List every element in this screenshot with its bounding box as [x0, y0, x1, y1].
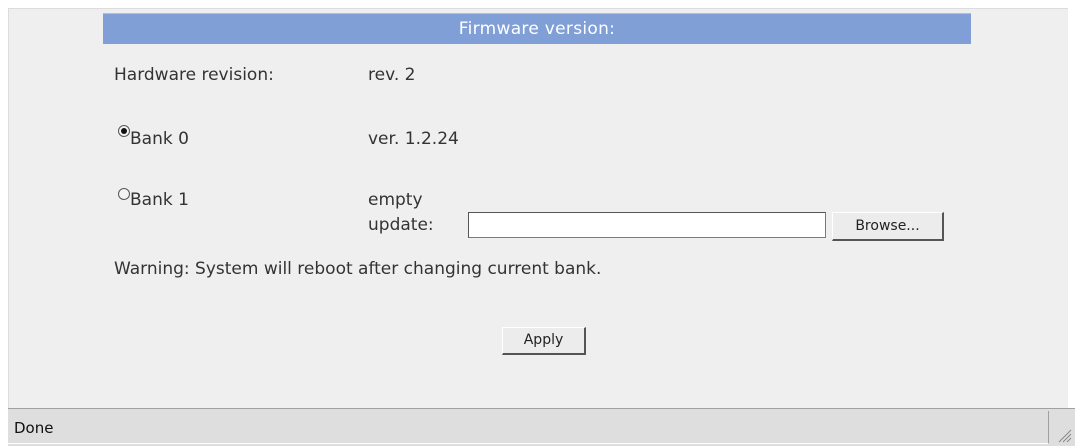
bank0-radio[interactable]	[118, 125, 130, 137]
status-cell: Done	[8, 411, 1049, 444]
apply-button[interactable]: Apply	[502, 327, 586, 355]
bank1-label: Bank 1	[130, 190, 189, 210]
hardware-revision-value: rev. 2	[368, 65, 416, 85]
bank1-radio[interactable]	[118, 188, 130, 200]
hardware-revision-label: Hardware revision:	[114, 65, 274, 85]
browse-button[interactable]: Browse...	[832, 212, 944, 241]
status-text: Done	[14, 419, 54, 437]
bank0-label: Bank 0	[130, 129, 189, 149]
update-label: update:	[368, 215, 434, 235]
section-header: Firmware version:	[103, 13, 971, 44]
status-bar: Done	[8, 408, 1075, 446]
firmware-file-input[interactable]	[468, 212, 826, 238]
bank1-status: empty	[368, 190, 423, 210]
bank0-version: ver. 1.2.24	[368, 129, 459, 149]
reboot-warning: Warning: System will reboot after changi…	[114, 259, 602, 279]
resize-grip-icon[interactable]	[1054, 425, 1072, 443]
